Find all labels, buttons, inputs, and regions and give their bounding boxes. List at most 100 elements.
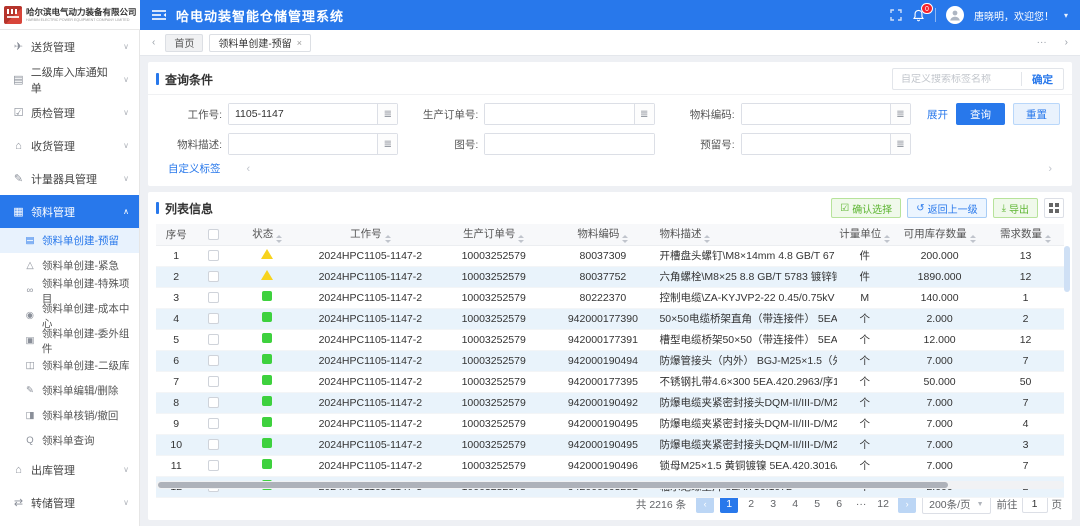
column-header[interactable]: 需求数量 [987, 224, 1064, 245]
sidebar-subitem-requisition-query[interactable]: Q领料单查询 [0, 428, 139, 453]
row-checkbox[interactable] [208, 397, 219, 408]
table-row[interactable]: 72024HPC1105-1147-2100032525799420001773… [156, 371, 1064, 392]
row-checkbox[interactable] [208, 439, 219, 450]
table-row[interactable]: 22024HPC1105-1147-21000325257980037752六角… [156, 266, 1064, 287]
row-checkbox[interactable] [208, 271, 219, 282]
row-checkbox[interactable] [208, 334, 219, 345]
sidebar-subitem-requisition-create-secondary-warehouse[interactable]: ◫领料单创建-二级库 [0, 353, 139, 378]
list-picker-icon[interactable]: ≣ [377, 104, 397, 124]
sidebar-subitem-requisition-edit-delete[interactable]: ✎领料单编辑/删除 [0, 378, 139, 403]
row-checkbox[interactable] [208, 418, 219, 429]
sidebar-item-receiving-management[interactable]: ⌂收货管理∨ [0, 129, 139, 162]
sidebar-item-material-requisition-management[interactable]: ▦领料管理∧ [0, 195, 139, 228]
sort-icon[interactable] [704, 235, 710, 243]
row-checkbox[interactable] [208, 376, 219, 387]
table-row[interactable]: 102024HPC1105-1147-210003252579942000190… [156, 434, 1064, 455]
table-row[interactable]: 82024HPC1105-1147-2100032525799420001904… [156, 392, 1064, 413]
user-greeting[interactable]: 唐晓明，欢迎您！ [974, 8, 1054, 23]
row-checkbox[interactable] [208, 460, 219, 471]
column-header[interactable]: 物料描述 [655, 224, 837, 245]
production-order-input[interactable] [485, 104, 633, 124]
custom-tag-link[interactable]: 自定义标签 [168, 161, 221, 176]
table-row[interactable]: 62024HPC1105-1147-2100032525799420001904… [156, 350, 1064, 371]
sidebar-item-transfer-management[interactable]: ⇄转储管理∨ [0, 486, 139, 519]
return-parent-button[interactable]: ↺返回上一级 [907, 198, 986, 218]
search-button[interactable]: 查询 [956, 103, 1005, 125]
sort-icon[interactable] [884, 235, 890, 243]
expand-link[interactable]: 展开 [927, 107, 948, 122]
sidebar-item-secondary-warehouse-inbound-notice[interactable]: ▤二级库入库通知单∨ [0, 63, 139, 96]
sidebar-collapse-icon[interactable] [152, 9, 166, 21]
tab-requisition-create-reserved[interactable]: 领料单创建-预留× [209, 34, 311, 52]
tabs-scroll-left-icon[interactable]: ‹ [148, 37, 159, 48]
user-avatar[interactable] [946, 6, 964, 24]
pagination-page-1[interactable]: 1 [720, 495, 738, 513]
table-row[interactable]: 32024HPC1105-1147-21000325257980222370控制… [156, 287, 1064, 308]
list-picker-icon[interactable]: ≣ [634, 104, 654, 124]
list-picker-icon[interactable]: ≣ [377, 134, 397, 154]
row-checkbox[interactable] [208, 313, 219, 324]
sidebar-item-quality-inspection-management[interactable]: ☑质检管理∨ [0, 96, 139, 129]
tabs-more-icon[interactable]: ··· [1033, 37, 1051, 48]
table-row[interactable]: 112024HPC1105-1147-210003252579942000190… [156, 455, 1064, 476]
tab-home[interactable]: 首页 [165, 34, 203, 52]
fullscreen-icon[interactable] [890, 9, 902, 21]
pagination-page-6[interactable]: 6 [830, 495, 848, 513]
table-row[interactable]: 92024HPC1105-1147-2100032525799420001904… [156, 413, 1064, 434]
table-row[interactable]: 52024HPC1105-1147-2100032525799420001773… [156, 329, 1064, 350]
reset-button[interactable]: 重置 [1013, 103, 1060, 125]
pagination-page-4[interactable]: 4 [786, 495, 804, 513]
tabs-scroll-right-icon[interactable]: › [1061, 37, 1072, 48]
confirm-select-button[interactable]: ☑确认选择 [831, 198, 901, 218]
material-code-input[interactable] [742, 104, 890, 124]
custom-tag-name-input[interactable] [893, 74, 1021, 85]
notification-bell-icon[interactable]: 0 [912, 9, 925, 22]
pagination-page-12[interactable]: 12 [874, 495, 892, 513]
sidebar-subitem-requisition-create-special-project[interactable]: ∞领料单创建-特殊项目 [0, 278, 139, 303]
pagination-prev-button[interactable]: ‹ [696, 495, 714, 513]
sort-icon[interactable] [1045, 235, 1051, 243]
sidebar-subitem-requisition-create-cost-center[interactable]: ◉领料单创建-成本中心 [0, 303, 139, 328]
sort-icon[interactable] [622, 235, 628, 243]
table-row[interactable]: 42024HPC1105-1147-2100032525799420001773… [156, 308, 1064, 329]
sidebar-subitem-requisition-create-reserved[interactable]: ▤领料单创建-预留 [0, 228, 139, 253]
column-header[interactable]: 计量单位 [837, 224, 892, 245]
tags-scroll-right-icon[interactable]: › [1048, 163, 1052, 175]
sort-icon[interactable] [276, 235, 282, 243]
table-row[interactable]: 12024HPC1105-1147-21000325257980037309开槽… [156, 245, 1064, 266]
row-checkbox[interactable] [208, 250, 219, 261]
column-header[interactable]: 生产订单号 [437, 224, 550, 245]
sidebar-subitem-requisition-writeoff-withdraw[interactable]: ◨领料单核销/撤回 [0, 403, 139, 428]
sidebar-item-stocktaking-management[interactable]: ⊕盘点管理∨ [0, 519, 139, 526]
sidebar-item-delivery-management[interactable]: ✈送货管理∨ [0, 30, 139, 63]
row-checkbox[interactable] [208, 355, 219, 366]
column-settings-icon[interactable] [1044, 198, 1064, 218]
material-desc-input[interactable] [229, 134, 377, 154]
tab-close-icon[interactable]: × [297, 38, 302, 48]
pagination-page-2[interactable]: 2 [742, 495, 760, 513]
header-checkbox-cell[interactable] [196, 224, 230, 245]
sidebar-subitem-requisition-create-urgent[interactable]: △领料单创建-紧急 [0, 253, 139, 278]
column-header[interactable]: 物料编码 [550, 224, 655, 245]
reservation-no-input[interactable] [742, 134, 890, 154]
sidebar-item-outbound-management[interactable]: ⌂出库管理∨ [0, 453, 139, 486]
goto-page-input[interactable] [1022, 495, 1048, 513]
column-header[interactable]: 可用库存数量 [892, 224, 987, 245]
list-picker-icon[interactable]: ≣ [890, 104, 910, 124]
pagination-next-button[interactable]: › [898, 495, 916, 513]
pagination-page-5[interactable]: 5 [808, 495, 826, 513]
sort-icon[interactable] [385, 235, 391, 243]
sidebar-item-measuring-instrument-management[interactable]: ✎计量器具管理∨ [0, 162, 139, 195]
tag-confirm-button[interactable]: 确定 [1022, 72, 1063, 87]
sort-icon[interactable] [518, 235, 524, 243]
list-picker-icon[interactable]: ≣ [890, 134, 910, 154]
header-checkbox[interactable] [208, 229, 219, 240]
export-button[interactable]: ⤓导出 [993, 198, 1038, 218]
row-checkbox[interactable] [208, 292, 219, 303]
drawing-no-input[interactable] [485, 134, 653, 154]
horizontal-scrollbar-thumb[interactable] [158, 482, 948, 488]
sort-icon[interactable] [970, 235, 976, 243]
column-header[interactable]: 工作号 [304, 224, 437, 245]
sidebar-subitem-requisition-create-outsourced-components[interactable]: ▣领料单创建-委外组件 [0, 328, 139, 353]
tags-scroll-left-icon[interactable]: ‹ [247, 163, 251, 175]
